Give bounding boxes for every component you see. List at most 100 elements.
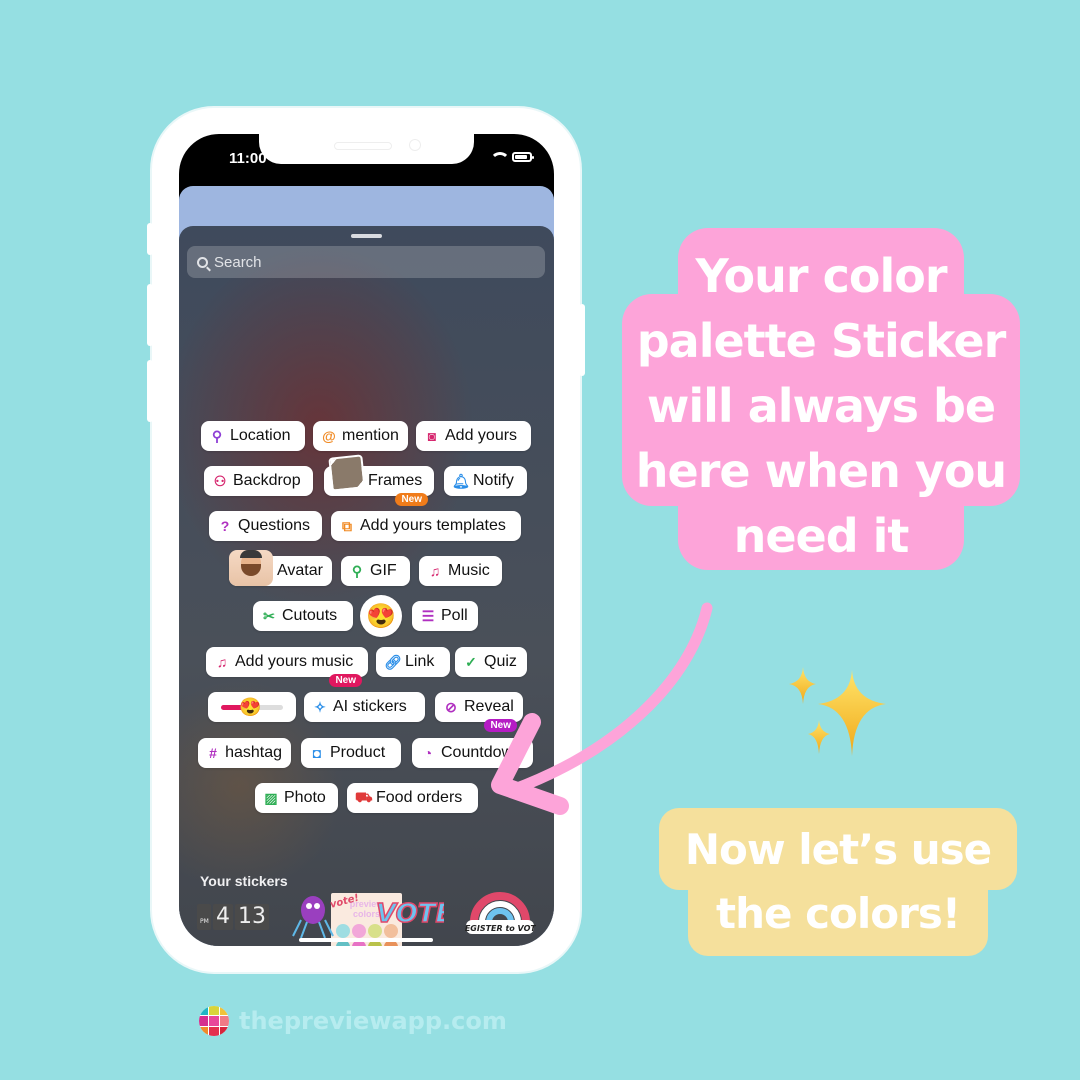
chip-label: Music: [448, 562, 490, 579]
brand-logo-cell: [209, 1026, 219, 1036]
photo-frame-thumbnail: [328, 454, 366, 492]
register-to-vote-sticker[interactable]: REGISTER to VOTE: [464, 882, 536, 938]
new-badge: New: [395, 493, 428, 506]
chip-label: Photo: [284, 789, 326, 806]
chip-label: GIF: [370, 562, 397, 579]
search-icon: [197, 256, 208, 268]
sparkles-icon: [789, 667, 886, 756]
volume-up-button: [147, 284, 153, 346]
chip-label: Quiz: [484, 653, 517, 670]
chip-label: Frames: [368, 472, 423, 489]
sheet-grabber[interactable]: [351, 234, 382, 238]
sticker-chip-reveal[interactable]: ⊘ Reveal New: [435, 692, 523, 732]
chip-label: Add yours templates: [360, 517, 506, 534]
sticker-chip-product[interactable]: ◘ Product: [301, 738, 401, 768]
mute-switch: [147, 223, 153, 255]
clock-minute: 13: [235, 904, 269, 930]
sticker-chip-music[interactable]: ♫ Music: [419, 556, 502, 586]
svg-text:REGISTER to VOTE: REGISTER to VOTE: [464, 924, 536, 933]
sticker-chip-questions[interactable]: ? Questions: [209, 511, 322, 541]
chip-label: Backdrop: [233, 472, 301, 489]
chip-label: AI stickers: [333, 698, 407, 715]
pink-callout-line: will always be: [646, 379, 996, 433]
chip-label: Notify: [473, 472, 514, 489]
sticker-chip-emoji-slider[interactable]: 😍: [208, 692, 296, 722]
chip-label: Add yours: [445, 427, 518, 444]
eye-off-icon: ⊘: [445, 698, 457, 715]
brand-logo-cell: [209, 1006, 219, 1016]
check-circle-icon: ✓: [465, 653, 477, 670]
clock-ampm: PM: [197, 904, 211, 930]
sparkle-shapes-icon: ✧: [314, 698, 326, 715]
sticker-chip-add-yours-templates[interactable]: ⧉ Add yours templates: [331, 511, 521, 541]
delivery-truck-icon: ⛟: [355, 788, 373, 805]
sticker-chip-emoji[interactable]: 😍: [360, 595, 402, 637]
sticker-chip-countdown[interactable]: ◔ Countdown: [412, 738, 533, 768]
music-plus-icon: ♫: [216, 654, 228, 670]
pink-callout-line: need it: [733, 509, 910, 563]
brand-logo-cell: [209, 1016, 219, 1026]
sticker-chip-location[interactable]: ⚲ Location: [201, 421, 305, 451]
chip-label: Add yours music: [235, 653, 354, 670]
brand-text: thepreviewapp.com: [239, 1007, 507, 1035]
new-badge: New: [329, 674, 362, 687]
pink-callout-line: here when you: [635, 444, 1007, 498]
sticker-chip-quiz[interactable]: ✓ Quiz: [455, 647, 527, 677]
yellow-callout: Now let’s use the colors!: [659, 808, 1017, 956]
sticker-chip-add-yours-music[interactable]: ♫ Add yours music New: [206, 647, 368, 687]
pink-callout-line: palette Sticker: [636, 314, 1007, 368]
image-icon: ▨: [264, 789, 278, 806]
brand-logo-cell: [219, 1006, 229, 1016]
chip-label: Food orders: [376, 789, 463, 806]
sticker-chip-food-orders[interactable]: ⛟ Food orders: [347, 783, 478, 813]
sticker-chip-photo[interactable]: ▨ Photo: [255, 783, 338, 813]
slider-emoji-knob[interactable]: 😍: [239, 696, 261, 718]
clock-sticker[interactable]: PM 4 13: [197, 904, 269, 930]
search-input[interactable]: [214, 253, 514, 271]
spider-vote-sticker[interactable]: vote!: [289, 892, 359, 938]
svg-text:VOTE: VOTE: [376, 899, 444, 929]
chip-label: hashtag: [225, 744, 282, 761]
sticker-tray-contents: PM 4 13 vote! VOT EGISTER to VOT: [179, 874, 554, 946]
spider-vote-graphic: vote!: [292, 893, 359, 938]
sticker-chip-gif[interactable]: ⚲ GIF: [341, 556, 410, 586]
sticker-chip-poll[interactable]: ☰ Poll: [412, 601, 478, 631]
home-indicator[interactable]: [299, 938, 433, 942]
sticker-chip-cutouts[interactable]: ✂ Cutouts: [253, 601, 353, 631]
sticker-chip-hashtag[interactable]: # hashtag: [198, 738, 291, 768]
camera-icon: ◙: [427, 428, 437, 444]
sticker-chip-ai-stickers[interactable]: ✧ AI stickers: [304, 692, 425, 722]
vote-sticker[interactable]: VOTE: [374, 892, 444, 932]
link-icon: 🔗︎: [384, 653, 402, 670]
front-camera: [409, 139, 421, 151]
sticker-chip-frames[interactable]: Frames New: [324, 454, 434, 506]
phone-mockup: 11:00 ⚲Location@mention◙Add yours⚇Backdr…: [147, 108, 585, 972]
slider-track[interactable]: 😍: [220, 697, 283, 717]
search-icon: ⚲: [351, 562, 363, 579]
brand-watermark: thepreviewapp.com: [199, 1006, 507, 1036]
chip-label: Reveal: [464, 698, 514, 715]
add-layers-icon: ⧉: [342, 517, 352, 534]
sticker-chip-link[interactable]: 🔗︎ Link: [376, 647, 450, 677]
countdown-timer-icon: ◔: [423, 745, 433, 761]
sticker-chip-mention[interactable]: @ mention: [313, 421, 408, 451]
avatar-thumbnail: [229, 550, 273, 586]
sticker-chip-add-yours[interactable]: ◙ Add yours: [416, 421, 531, 451]
pink-callout-text: Your color palette Sticker will always b…: [622, 244, 1020, 569]
backdrop-person-icon: ⚇: [213, 472, 227, 489]
sticker-search[interactable]: [187, 246, 545, 278]
chip-label: Cutouts: [282, 607, 338, 624]
yellow-callout-text: Now let’s use the colors!: [659, 818, 1017, 946]
phone-screen: 11:00 ⚲Location@mention◙Add yours⚇Backdr…: [179, 134, 554, 946]
sticker-chip-notify[interactable]: 🔔︎ Notify: [444, 466, 527, 496]
sticker-chip-backdrop[interactable]: ⚇ Backdrop: [204, 466, 313, 496]
brand-logo-cell: [219, 1026, 229, 1036]
wifi-icon: [490, 152, 510, 162]
volume-down-button: [147, 360, 153, 422]
chip-label: Questions: [238, 517, 311, 534]
yellow-callout-line: the colors!: [716, 889, 961, 938]
chip-label: Product: [330, 744, 386, 761]
sticker-chip-avatar[interactable]: Avatar: [229, 550, 332, 586]
threads-at-icon: @: [322, 428, 336, 444]
brand-logo-cell: [219, 1016, 229, 1026]
